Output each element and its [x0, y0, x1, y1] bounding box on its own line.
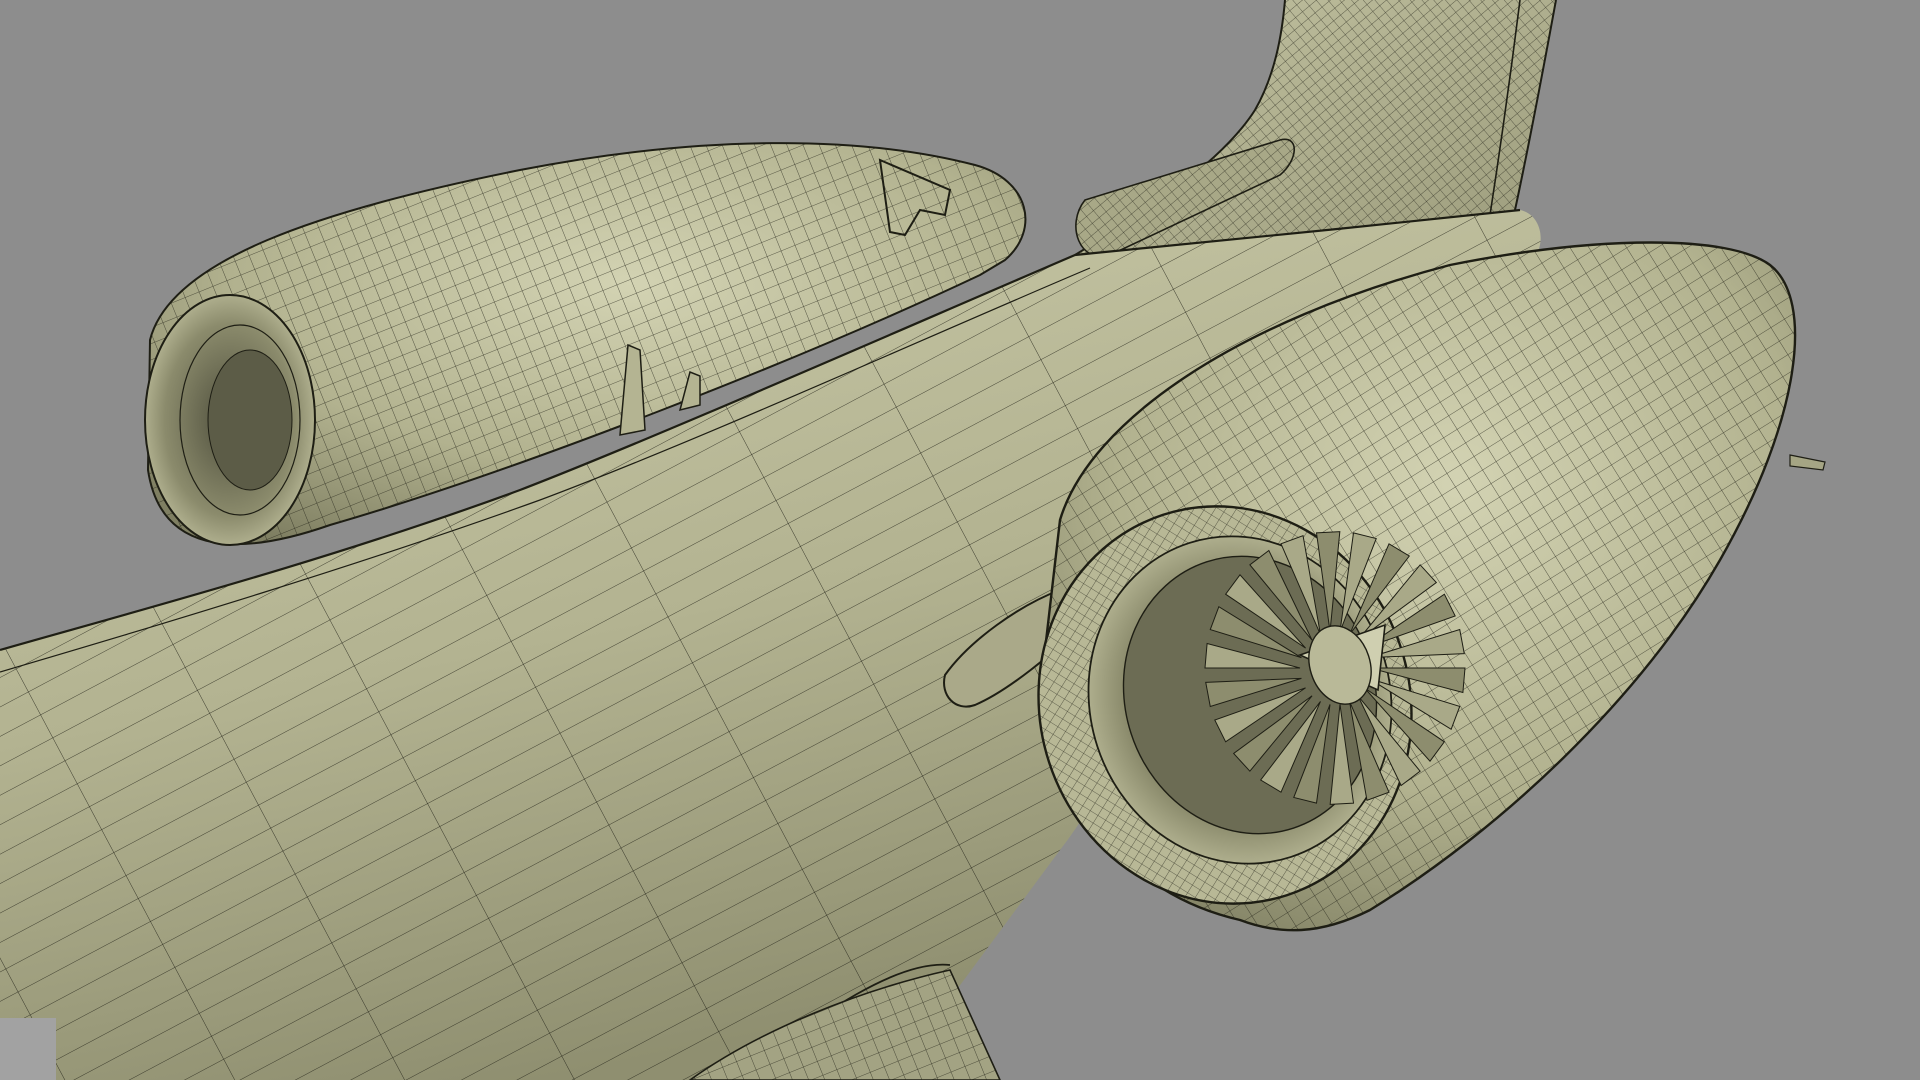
3d-viewport[interactable] [0, 0, 1920, 1080]
aircraft-mesh-render[interactable] [0, 0, 1920, 1080]
corner-swatch [0, 1018, 56, 1080]
